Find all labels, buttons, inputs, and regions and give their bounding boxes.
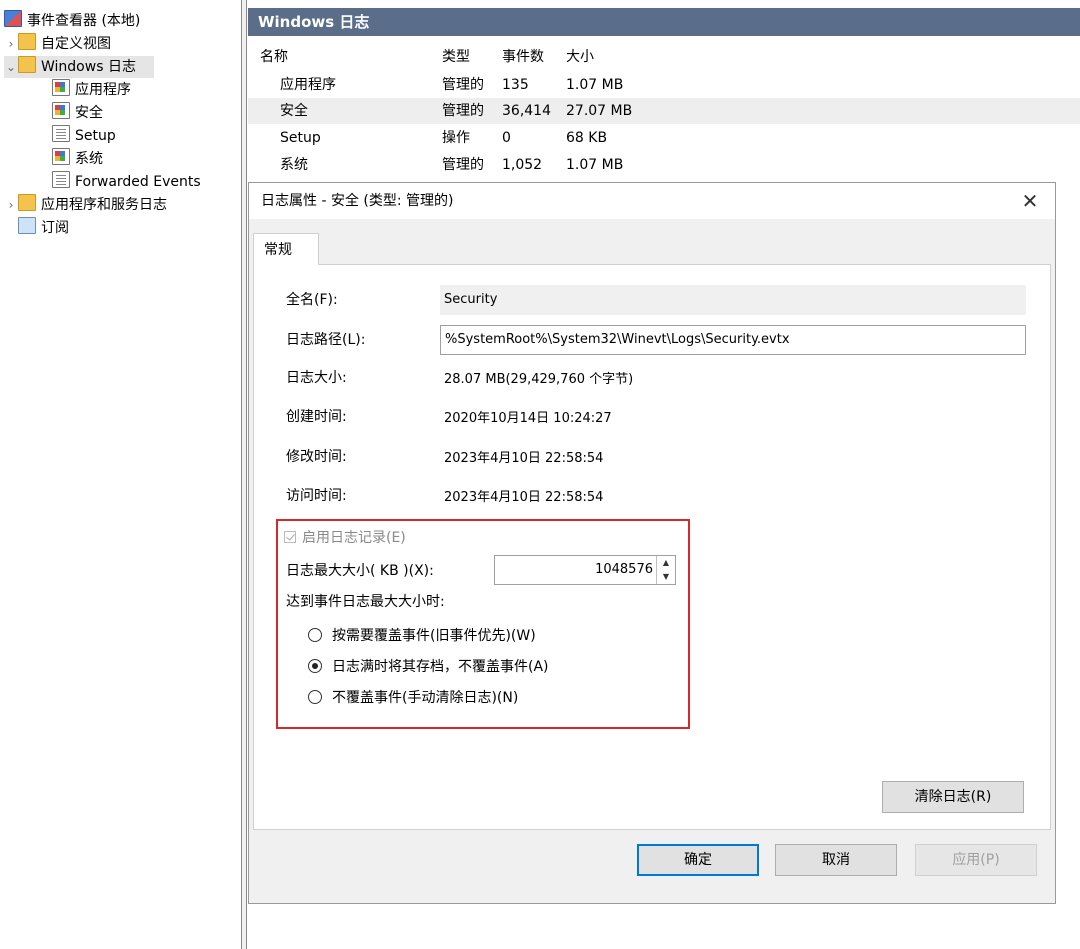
full-name-label: 全名(F): xyxy=(286,292,338,308)
log-icon xyxy=(52,102,70,119)
tree-item-label: 应用程序和服务日志 xyxy=(41,197,167,213)
log-list: 名称 类型 事件数 大小 应用程序 管理的 135 1.07 MB 安全 管理的… xyxy=(248,36,1080,186)
radio-overwrite-label[interactable]: 按需要覆盖事件(旧事件优先)(W) xyxy=(332,625,536,645)
dialog-title: 日志属性 - 安全 (类型: 管理的) xyxy=(261,193,454,209)
max-size-stepper[interactable]: 1048576 ▲ ▼ xyxy=(494,555,676,585)
log-path-field[interactable]: %SystemRoot%\System32\Winevt\Logs\Securi… xyxy=(440,325,1026,355)
cell-count: 135 xyxy=(502,77,529,93)
column-header-name[interactable]: 名称 xyxy=(260,44,288,70)
log-icon xyxy=(52,148,70,165)
tree-item-label: 自定义视图 xyxy=(41,36,111,52)
list-row[interactable]: 应用程序 管理的 135 1.07 MB xyxy=(248,72,1080,98)
tree-root-label: 事件查看器 (本地) xyxy=(27,13,141,29)
column-header-size[interactable]: 大小 xyxy=(566,44,594,70)
radio-archive[interactable] xyxy=(308,659,322,673)
cell-name: Setup xyxy=(280,130,321,146)
cell-type: 管理的 xyxy=(442,157,484,173)
cell-size: 27.07 MB xyxy=(566,103,633,119)
log-size-label: 日志大小: xyxy=(286,370,347,386)
cell-size: 1.07 MB xyxy=(566,77,624,93)
tab-panel-general: 全名(F): Security 日志路径(L): %SystemRoot%\Sy… xyxy=(253,264,1051,830)
created-value: 2020年10月14日 10:24:27 xyxy=(444,411,612,426)
apply-button[interactable]: 应用(P) xyxy=(915,844,1037,876)
max-size-label: 日志最大大小( KB )(X): xyxy=(286,563,434,579)
tree-item-label: 订阅 xyxy=(41,220,69,236)
dialog-title-bar[interactable]: 日志属性 - 安全 (类型: 管理的) xyxy=(249,183,1055,219)
list-header: 名称 类型 事件数 大小 xyxy=(248,44,1080,70)
tree-item-label: Windows 日志 xyxy=(41,59,136,75)
navigation-tree: 事件查看器 (本地) › 自定义视图 ⌄ Windows 日志 应用程序 安全 Se… xyxy=(0,0,240,949)
tree-item-subscriptions[interactable]: 订阅 xyxy=(18,217,69,239)
cell-name: 应用程序 xyxy=(280,77,336,93)
event-viewer-icon xyxy=(4,10,22,27)
tree-item-windows-logs[interactable]: ⌄ Windows 日志 xyxy=(4,56,154,78)
tree-item-app-service-logs[interactable]: › 应用程序和服务日志 xyxy=(4,194,167,216)
expand-arrow-icon[interactable]: › xyxy=(4,33,18,55)
folder-icon xyxy=(18,56,36,73)
log-properties-dialog: 日志属性 - 安全 (类型: 管理的) ✕ 常规 全名(F): Security… xyxy=(248,182,1056,904)
folder-icon xyxy=(18,194,36,211)
tree-item-custom-views[interactable]: › 自定义视图 xyxy=(4,33,111,55)
modified-value: 2023年4月10日 22:58:54 xyxy=(444,451,604,466)
pane-title: Windows 日志 xyxy=(248,8,1080,36)
chevron-up-icon[interactable]: ▲ xyxy=(657,556,675,570)
tree-item-label: Forwarded Events xyxy=(75,174,201,190)
radio-do-not-overwrite[interactable] xyxy=(308,690,322,704)
full-name-field[interactable]: Security xyxy=(440,285,1026,315)
modified-label: 修改时间: xyxy=(286,449,347,465)
cell-count: 0 xyxy=(502,130,511,146)
subscription-icon xyxy=(18,217,36,234)
tree-item-system[interactable]: 系统 xyxy=(52,148,103,170)
log-size-value: 28.07 MB(29,429,760 个字节) xyxy=(444,372,634,387)
tree-item-label: Setup xyxy=(75,128,116,144)
log-icon xyxy=(52,125,70,142)
column-header-count[interactable]: 事件数 xyxy=(502,44,544,70)
folder-icon xyxy=(18,33,36,50)
accessed-label: 访问时间: xyxy=(286,488,347,504)
list-row[interactable]: 系统 管理的 1,052 1.07 MB xyxy=(248,152,1080,178)
cell-size: 68 KB xyxy=(566,130,608,146)
cell-type: 管理的 xyxy=(442,77,484,93)
cancel-button[interactable]: 取消 xyxy=(775,844,897,876)
close-icon[interactable]: ✕ xyxy=(1015,183,1045,219)
log-icon xyxy=(52,79,70,96)
radio-overwrite[interactable] xyxy=(308,628,322,642)
cell-name: 系统 xyxy=(280,157,308,173)
radio-archive-label[interactable]: 日志满时将其存档，不覆盖事件(A) xyxy=(332,656,549,676)
cell-type: 管理的 xyxy=(442,103,484,119)
created-label: 创建时间: xyxy=(286,409,347,425)
enable-logging-checkbox[interactable] xyxy=(284,531,296,543)
tree-item-security[interactable]: 安全 xyxy=(52,102,103,124)
radio-do-not-overwrite-label[interactable]: 不覆盖事件(手动清除日志)(N) xyxy=(332,687,518,707)
log-path-label: 日志路径(L): xyxy=(286,332,366,348)
tree-item-label: 系统 xyxy=(75,151,103,167)
cell-count: 36,414 xyxy=(502,103,551,119)
tree-item-application[interactable]: 应用程序 xyxy=(52,79,131,101)
tree-item-forwarded-events[interactable]: Forwarded Events xyxy=(52,171,201,193)
cell-type: 操作 xyxy=(442,130,470,146)
column-header-type[interactable]: 类型 xyxy=(442,44,470,70)
expand-arrow-icon[interactable]: › xyxy=(4,194,18,216)
accessed-value: 2023年4月10日 22:58:54 xyxy=(444,490,604,505)
log-icon xyxy=(52,171,70,188)
list-row[interactable]: 安全 管理的 36,414 27.07 MB xyxy=(248,98,1080,124)
tree-item-setup[interactable]: Setup xyxy=(52,125,116,147)
ok-button[interactable]: 确定 xyxy=(637,844,759,876)
stepper-buttons: ▲ ▼ xyxy=(656,556,675,584)
cell-size: 1.07 MB xyxy=(566,157,624,173)
max-size-value[interactable]: 1048576 xyxy=(595,556,653,584)
collapse-arrow-icon[interactable]: ⌄ xyxy=(4,56,18,78)
chevron-down-icon[interactable]: ▼ xyxy=(657,570,675,584)
clear-log-button[interactable]: 清除日志(R) xyxy=(882,781,1024,813)
list-row[interactable]: Setup 操作 0 68 KB xyxy=(248,125,1080,151)
enable-logging-label: 启用日志记录(E) xyxy=(302,530,406,546)
tree-item-label: 应用程序 xyxy=(75,82,131,98)
when-full-label: 达到事件日志最大大小时: xyxy=(286,594,445,610)
pane-splitter[interactable] xyxy=(241,0,247,949)
cell-count: 1,052 xyxy=(502,157,543,173)
tree-root[interactable]: 事件查看器 (本地) xyxy=(4,10,140,32)
cell-name: 安全 xyxy=(280,103,308,119)
tab-general[interactable]: 常规 xyxy=(253,233,319,265)
tree-item-label: 安全 xyxy=(75,105,103,121)
